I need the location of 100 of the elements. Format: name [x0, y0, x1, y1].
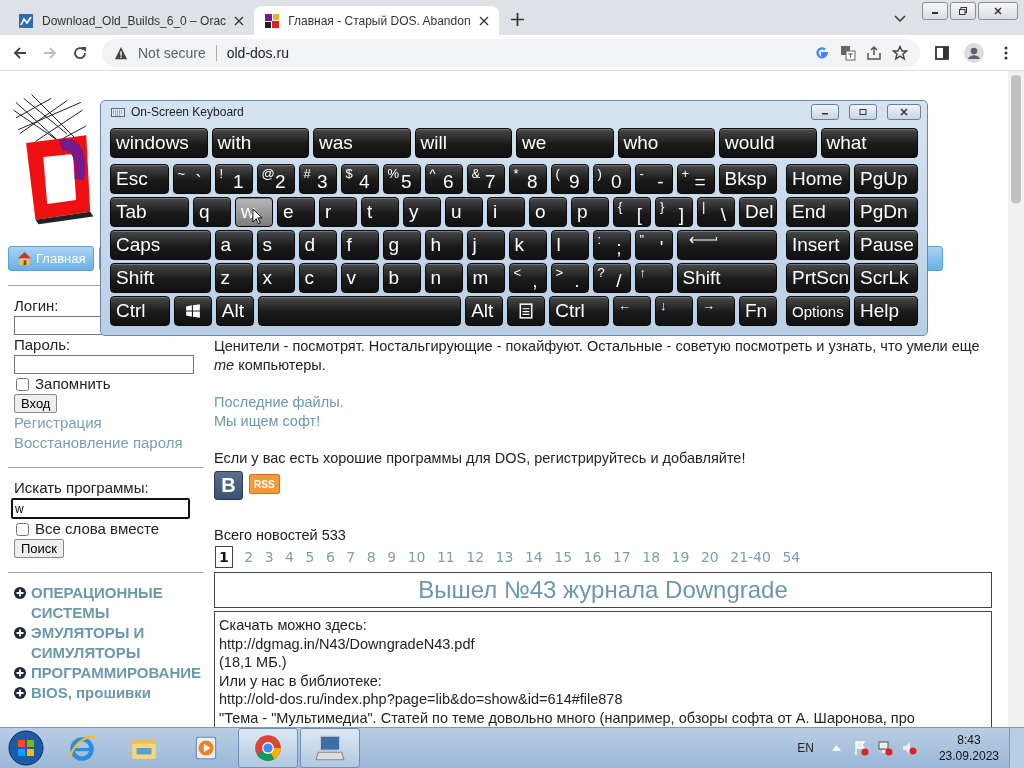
plus-icon[interactable] [510, 13, 524, 26]
keyboard-key[interactable]: e [277, 197, 315, 227]
keyboard-key[interactable]: Pause [854, 230, 918, 260]
restore-button[interactable] [950, 2, 976, 20]
address-bar[interactable]: Not secure old-dos.ru [102, 38, 920, 67]
login-button[interactable]: Вход [14, 394, 58, 413]
keyboard-key[interactable]: - - [634, 164, 673, 194]
share-icon[interactable] [866, 44, 882, 61]
keyboard-key[interactable]: Esc [110, 164, 169, 194]
keyboard-key[interactable]: f [340, 230, 379, 260]
keyboard-key[interactable]: @2 [256, 164, 295, 194]
start-button[interactable] [8, 730, 44, 766]
profile-icon[interactable] [964, 42, 984, 63]
keyboard-key[interactable]: o [529, 197, 567, 227]
space-key[interactable] [257, 296, 462, 326]
keyboard-key[interactable]: t [361, 197, 399, 227]
word-suggestion-key[interactable]: what [820, 128, 918, 158]
keyboard-key[interactable]: ↓ [655, 296, 693, 326]
plus-circle-icon[interactable] [14, 627, 26, 639]
password-field[interactable] [14, 355, 194, 374]
keyboard-key[interactable] [676, 230, 777, 260]
keyboard-key[interactable]: | \ [697, 197, 735, 227]
page-number-link[interactable]: 1 [215, 546, 233, 568]
keyboard-key[interactable]: } ] [655, 197, 693, 227]
keyboard-key[interactable]: ? / [592, 263, 631, 293]
keyboard-key[interactable]: * 8 [508, 164, 547, 194]
back-arrow-icon[interactable] [12, 44, 28, 61]
keyboard-key[interactable]: b [382, 263, 421, 293]
keyboard-key[interactable] [507, 296, 546, 326]
keyboard-key[interactable]: a [214, 230, 253, 260]
keyboard-key[interactable]: Shift [676, 263, 777, 293]
word-suggestion-key[interactable]: we [516, 128, 614, 158]
keyboard-key[interactable]: %5 [382, 164, 421, 194]
keyboard-key[interactable]: Alt [215, 296, 254, 326]
keyboard-key[interactable]: " ' [634, 230, 673, 260]
keyboard-key[interactable]: → [697, 296, 735, 326]
browser-tab[interactable]: Download_Old_Builds_6_0 – Orac [8, 6, 255, 35]
keyboard-key[interactable]: Caps [110, 230, 211, 260]
keyboard-key[interactable]: d [298, 230, 337, 260]
keyboard-key[interactable]: ScrLk [854, 263, 918, 293]
keyboard-key[interactable]: v [340, 263, 379, 293]
keyboard-key[interactable]: z [214, 263, 253, 293]
keyboard-key[interactable]: Ctrl [110, 296, 170, 326]
keyboard-key[interactable]: { [ [613, 197, 651, 227]
keyboard-key[interactable]: ^ 6 [424, 164, 463, 194]
keyboard-key[interactable]: y [403, 197, 441, 227]
restore-button[interactable] [849, 104, 877, 120]
keyboard-key[interactable]: ↑ [634, 263, 673, 293]
scrollbar-thumb[interactable] [1011, 75, 1021, 203]
keyboard-key[interactable]: $ 4 [340, 164, 379, 194]
scrollbar[interactable] [1008, 71, 1024, 727]
star-icon[interactable] [892, 44, 908, 61]
taskbar-app-button[interactable] [238, 728, 298, 768]
keyboard-key[interactable]: q [193, 197, 231, 227]
keyboard-key[interactable] [173, 296, 212, 326]
google-icon[interactable] [814, 44, 830, 61]
plus-circle-icon[interactable] [14, 667, 26, 679]
keyboard-key[interactable]: Help [854, 296, 918, 326]
keyboard-key[interactable]: Options [786, 296, 850, 326]
keyboard-key[interactable]: i [487, 197, 525, 227]
keyboard-key[interactable]: h [424, 230, 463, 260]
keyboard-key[interactable]: Bksp [718, 164, 777, 194]
taskbar-app-button[interactable] [300, 728, 360, 768]
keyboard-key[interactable]: Del [739, 197, 777, 227]
keyboard-key[interactable]: ! 1 [214, 164, 253, 194]
clock-time[interactable]: 8:43 [957, 732, 981, 748]
keyboard-key[interactable]: c [298, 263, 337, 293]
keyboard-key[interactable]: Ctrl [549, 296, 609, 326]
vk-logo[interactable]: B [214, 471, 243, 500]
speaker-muted-icon[interactable] [900, 740, 917, 756]
search-button[interactable]: Поиск [14, 539, 65, 558]
word-suggestion-key[interactable]: with [211, 128, 309, 158]
keyboard-key[interactable]: > . [550, 263, 589, 293]
clock-date[interactable]: 23.09.2023 [938, 748, 999, 764]
keyboard-key[interactable]: : ; [592, 230, 631, 260]
word-suggestion-key[interactable]: windows [110, 128, 208, 158]
keyboard-key[interactable]: ) 0 [592, 164, 631, 194]
keyboard-key[interactable]: ( 9 [550, 164, 589, 194]
keyboard-key[interactable]: j [466, 230, 505, 260]
flag-error-icon[interactable] [852, 740, 869, 756]
keyboard-key[interactable]: m [466, 263, 505, 293]
keyboard-key[interactable]: g [382, 230, 421, 260]
keyboard-key[interactable]: r [319, 197, 357, 227]
keyboard-key[interactable]: & 7 [466, 164, 505, 194]
keyboard-key[interactable]: + = [676, 164, 715, 194]
word-suggestion-key[interactable]: will [414, 128, 512, 158]
keyboard-key[interactable]: PgUp [854, 164, 918, 194]
network-icon[interactable] [876, 740, 893, 756]
keyboard-key[interactable]: n [424, 263, 463, 293]
translate-icon[interactable] [840, 44, 856, 61]
remember-checkbox[interactable] [16, 377, 29, 391]
search-field[interactable]: w [11, 498, 190, 519]
reload-icon[interactable] [72, 44, 88, 61]
keyboard-key[interactable]: Home [786, 164, 850, 194]
side-panel-icon[interactable] [934, 44, 950, 61]
keyboard-key[interactable]: Insert [786, 230, 850, 260]
close-icon[interactable] [234, 15, 245, 26]
keyboard-key[interactable]: ← [613, 296, 651, 326]
word-suggestion-key[interactable]: would [719, 128, 817, 158]
keyboard-key[interactable]: PrtScn [786, 263, 850, 293]
